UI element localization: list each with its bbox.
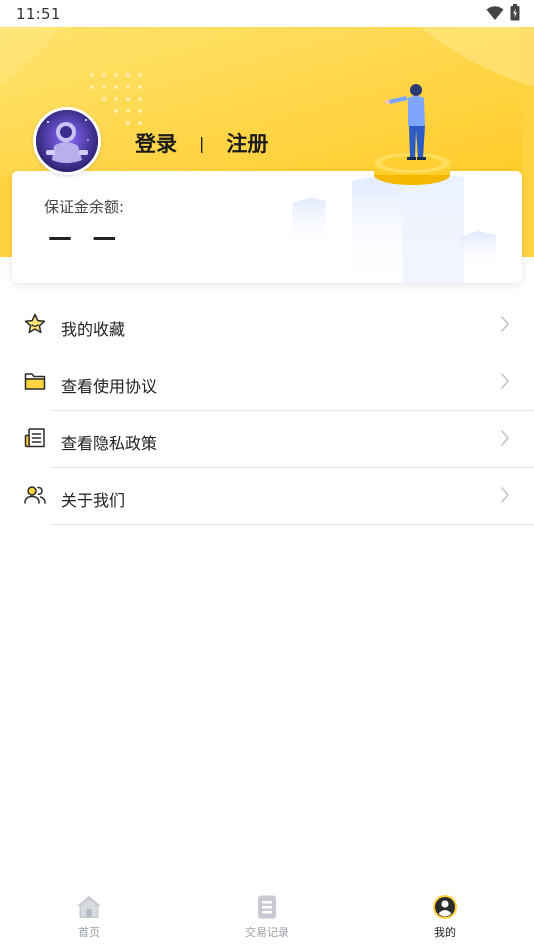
person-on-coins-illustration	[374, 84, 450, 185]
records-icon	[258, 895, 276, 919]
wifi-icon	[486, 5, 504, 20]
login-link[interactable]: 登录	[135, 128, 177, 158]
folder-icon	[24, 373, 46, 390]
chevron-right-icon	[501, 487, 509, 503]
status-icons	[486, 4, 520, 21]
status-bar: 11:51	[0, 0, 534, 27]
home-icon	[77, 896, 101, 918]
menu-item-label: 我的收藏	[61, 320, 126, 339]
nav-label: 交易记录	[245, 926, 289, 939]
balance-value: — —	[48, 223, 123, 251]
menu-item-label: 查看隐私政策	[61, 434, 158, 453]
astronaut-icon	[36, 110, 98, 172]
register-link[interactable]: 注册	[226, 128, 268, 158]
chevron-right-icon	[501, 373, 509, 389]
document-icon	[24, 428, 45, 448]
chevron-right-icon	[501, 316, 509, 332]
nav-label: 我的	[434, 926, 456, 939]
battery-icon	[510, 4, 520, 21]
menu-item-user-agreement[interactable]: 查看使用协议	[0, 354, 534, 411]
star-icon	[24, 313, 46, 334]
balance-label: 保证金余额:	[44, 198, 125, 216]
menu-item-label: 查看使用协议	[61, 377, 158, 396]
chevron-right-icon	[501, 430, 509, 446]
status-time: 11:51	[16, 5, 61, 23]
nav-tab-records[interactable]: 交易记录	[178, 884, 356, 950]
avatar[interactable]	[33, 107, 101, 175]
menu-divider	[51, 524, 534, 525]
auth-links: 登录 | 注册	[135, 128, 268, 158]
auth-separator: |	[199, 133, 205, 153]
nav-tab-profile[interactable]: 我的	[356, 884, 534, 950]
menu-item-privacy-policy[interactable]: 查看隐私政策	[0, 411, 534, 468]
profile-icon	[433, 895, 457, 919]
bottom-nav: 首页 交易记录 我的	[0, 884, 534, 950]
nav-label: 首页	[78, 926, 100, 939]
menu-item-label: 关于我们	[61, 491, 126, 510]
menu-item-about-us[interactable]: 关于我们	[0, 468, 534, 525]
people-icon	[24, 486, 46, 504]
menu-item-favorites[interactable]: 我的收藏	[0, 297, 534, 354]
settings-menu: 我的收藏 查看使用协议 查看隐私政策 关于我们	[0, 297, 534, 525]
nav-tab-home[interactable]: 首页	[0, 884, 178, 950]
